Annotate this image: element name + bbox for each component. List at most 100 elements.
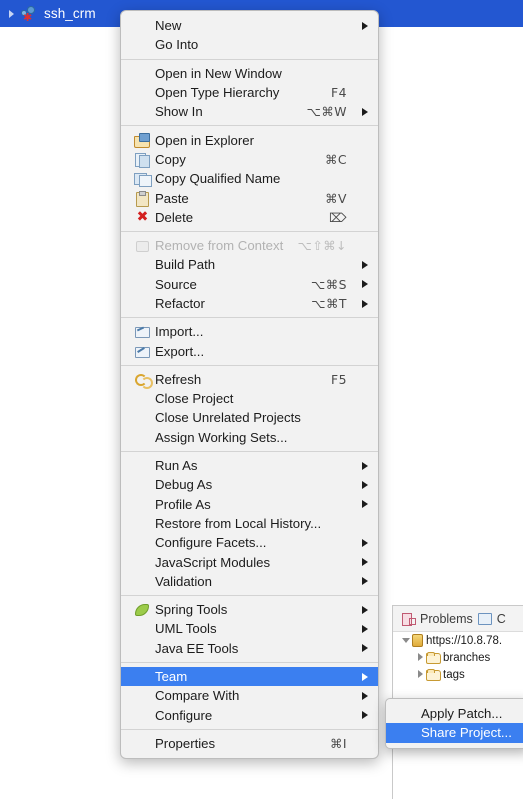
team-submenu: Apply Patch... Share Project... [385,698,523,749]
menu-item-properties[interactable]: Properties ⌘I [121,734,378,753]
menu-item-icon-placeholder [400,706,417,721]
menu-item-source[interactable]: Source ⌥⌘S [121,275,378,294]
menu-item-java-ee-tools[interactable]: Java EE Tools [121,639,378,658]
submenu-arrow-placeholder [357,153,369,165]
menu-item-label: Team [155,669,188,685]
menu-item-label: Apply Patch... [421,706,503,722]
submenu-arrow-placeholder [357,240,369,252]
menu-item-close-unrelated-projects[interactable]: Close Unrelated Projects [121,408,378,427]
menu-item-go-into[interactable]: Go Into [121,35,378,54]
menu-item-icon-placeholder [400,725,417,740]
menu-item-compare-with[interactable]: Compare With [121,686,378,705]
tab-console[interactable]: C [497,612,506,626]
menu-item-copy[interactable]: Copy ⌘C [121,150,378,169]
menu-item-uml-tools[interactable]: UML Tools [121,619,378,638]
submenu-arrow-icon [357,556,369,568]
menu-item-delete[interactable]: ✖ Delete ⌦ [121,208,378,227]
menu-item-label: Remove from Context [155,238,284,254]
menu-item-validation[interactable]: Validation [121,572,378,591]
menu-item-debug-as[interactable]: Debug As [121,475,378,494]
tree-item-tags[interactable]: tags [393,666,523,683]
paste-icon [134,190,151,207]
import-icon [134,324,151,339]
menu-item-configure-facets[interactable]: Configure Facets... [121,533,378,552]
menu-item-label: New [155,18,182,34]
submenu-arrow-placeholder [357,517,369,529]
menu-item-javascript-modules[interactable]: JavaScript Modules [121,552,378,571]
expand-arrow-icon[interactable] [6,8,18,20]
menu-item-configure[interactable]: Configure [121,706,378,725]
menu-item-icon-placeholder [134,104,151,119]
submenu-arrow-icon [357,259,369,271]
menu-item-open-in-new-window[interactable]: Open in New Window [121,64,378,83]
menu-item-assign-working-sets[interactable]: Assign Working Sets... [121,428,378,447]
menu-item-shortcut: ⌘I [329,735,347,751]
menu-item-spring-tools[interactable]: Spring Tools [121,600,378,619]
menu-separator [121,728,378,730]
menu-item-icon-placeholder [134,257,151,272]
menu-separator [121,661,378,663]
menu-item-open-in-explorer[interactable]: Open in Explorer [121,130,378,149]
submenu-arrow-placeholder [357,192,369,204]
submenu-arrow-icon [357,671,369,683]
tree-item-branches[interactable]: branches [393,649,523,666]
menu-item-label: Open in Explorer [155,132,254,148]
menu-item-run-as[interactable]: Run As [121,456,378,475]
context-menu: New Go Into Open in New Window Open Type Hi… [120,10,379,760]
menu-separator [121,364,378,366]
menu-item-open-type-hierarchy[interactable]: Open Type Hierarchy F4 [121,83,378,102]
menu-item-label: Source [155,276,197,292]
submenu-arrow-placeholder [357,173,369,185]
view-tab-bar: Problems C [393,606,523,632]
menu-item-close-project[interactable]: Close Project [121,389,378,408]
submenu-arrow-placeholder [357,412,369,424]
expanded-arrow-icon[interactable] [401,635,412,646]
submenu-arrow-placeholder [357,39,369,51]
menu-item-label: Refactor [155,296,205,311]
menu-item-team[interactable]: Team [121,666,378,687]
menu-item-new[interactable]: New [121,16,378,35]
export-icon [134,344,151,359]
menu-item-icon-placeholder [134,296,151,311]
menu-item-copy-qualified-name[interactable]: Copy Qualified Name [121,169,378,188]
tree-item-label: https://10.8.78. [426,634,503,647]
menu-item-shortcut: ⌦ [328,209,347,225]
menu-item-icon-placeholder [134,688,151,703]
tree-item-repository[interactable]: https://10.8.78. [393,632,523,649]
menu-item-paste[interactable]: Paste ⌘V [121,188,378,207]
menu-item-icon-placeholder [134,66,151,81]
menu-item-label: Profile As [155,496,211,512]
menu-item-restore-from-local-history[interactable]: Restore from Local History... [121,514,378,533]
menu-item-build-path[interactable]: Build Path [121,255,378,274]
menu-item-refresh[interactable]: Refresh F5 [121,370,378,389]
submenu-arrow-placeholder [357,737,369,749]
menu-item-label: Export... [155,343,205,359]
menu-item-label: Run As [155,458,198,474]
console-icon [477,612,492,625]
collapsed-arrow-icon[interactable] [415,669,426,680]
menu-item-icon-placeholder [134,430,151,445]
menu-separator [121,58,378,60]
spring-leaf-icon [134,602,151,617]
menu-item-export[interactable]: Export... [121,341,378,360]
menu-item-icon-placeholder [134,85,151,100]
menu-item-shortcut: F5 [330,371,347,387]
tab-problems[interactable]: Problems [420,612,473,626]
menu-item-import[interactable]: Import... [121,322,378,341]
menu-item-profile-as[interactable]: Profile As [121,495,378,514]
menu-item-icon-placeholder [134,736,151,751]
menu-item-label: Share Project... [421,725,512,741]
menu-item-show-in[interactable]: Show In ⌥⌘W [121,102,378,121]
menu-separator [121,450,378,452]
submenu-arrow-icon [357,479,369,491]
menu-item-refactor[interactable]: Refactor ⌥⌘T [121,294,378,313]
submenu-arrow-placeholder [357,67,369,79]
menu-item-label: Build Path [155,257,216,273]
menu-item-label: Java EE Tools [155,640,239,656]
copy-qualified-icon [134,171,152,188]
submenu-arrow-icon [357,623,369,635]
submenu-item-share-project[interactable]: Share Project... [386,723,523,743]
collapsed-arrow-icon[interactable] [415,652,426,663]
tree-row-label: ssh_crm [44,6,96,21]
submenu-item-apply-patch[interactable]: Apply Patch... [386,704,523,723]
